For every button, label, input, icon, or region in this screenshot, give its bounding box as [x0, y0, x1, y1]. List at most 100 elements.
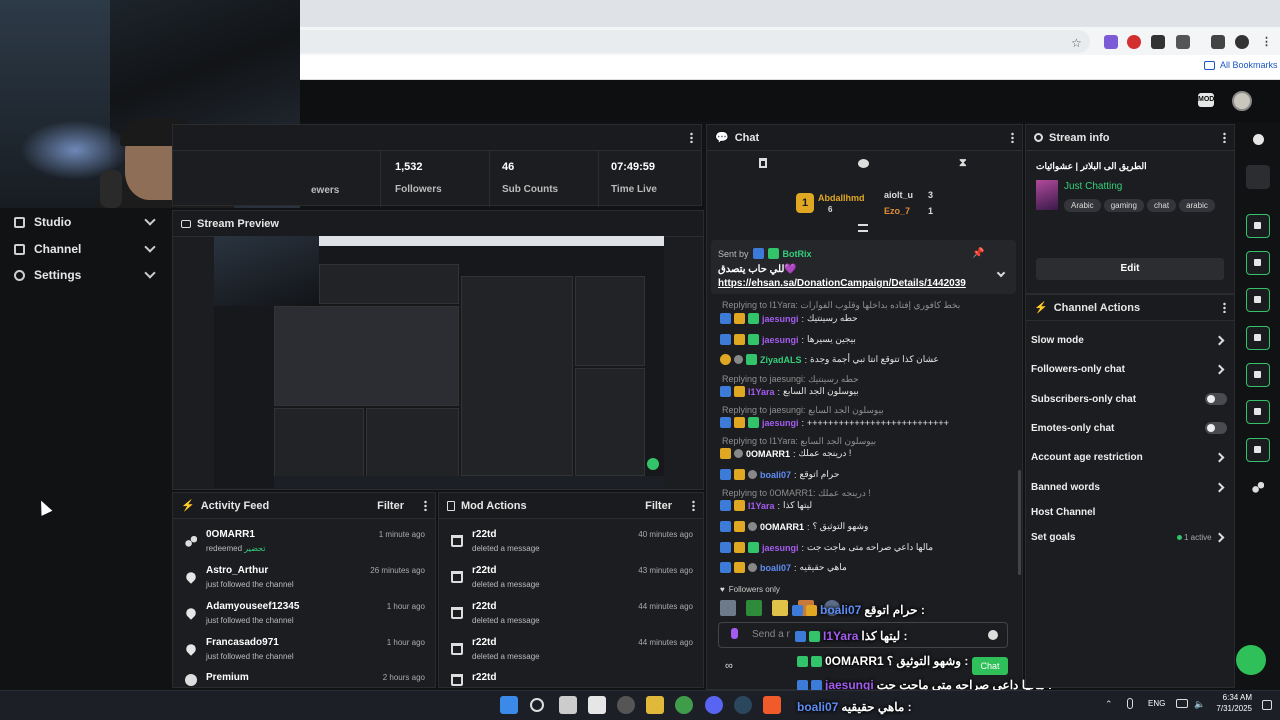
document-icon[interactable] [1246, 288, 1270, 312]
leader-third-name: Ezo_7 [884, 206, 911, 216]
chat-icon[interactable] [1246, 326, 1270, 350]
list-item: r22td deleted a message 44 minutes ago [439, 599, 703, 635]
chat-message: 0OMARR1: وشهو التوثيق ؟ [720, 521, 868, 532]
task-view-icon[interactable] [559, 696, 577, 714]
trash-icon[interactable] [759, 158, 767, 168]
action-slow-mode[interactable]: Slow mode [1031, 335, 1084, 346]
emoji-icon[interactable] [988, 630, 998, 640]
studio-icon [14, 216, 25, 228]
chat-message: jaesungi: +++++++++++++++++++++++++++ [720, 417, 949, 428]
points-icon[interactable]: ∞ [725, 660, 733, 672]
action-emotes-only[interactable]: Emotes-only chat [1031, 423, 1114, 434]
action-host-channel[interactable]: Host Channel [1031, 507, 1095, 518]
hourglass-icon[interactable]: ⧗ [959, 157, 967, 170]
mod-actions-icon[interactable] [1246, 400, 1270, 424]
pinned-link[interactable]: https://ehsan.sa/DonationCampaign/Detail… [718, 278, 966, 289]
filter-button[interactable]: Filter [377, 500, 404, 512]
bolt-icon: ⚡ [181, 500, 195, 512]
notification-icon[interactable] [1262, 700, 1272, 710]
chrome-icon[interactable] [675, 696, 693, 714]
stream-preview-video[interactable] [214, 236, 664, 488]
action-set-goals[interactable]: Set goals [1031, 532, 1075, 543]
kebab-icon[interactable] [692, 500, 695, 511]
support-button[interactable] [1236, 645, 1266, 675]
media-icon[interactable] [1211, 35, 1225, 49]
chat-icon: 💬 [715, 132, 729, 144]
speaker-icon[interactable]: 🔈 [1194, 699, 1205, 710]
extension-icon[interactable] [1104, 35, 1118, 49]
send-chat-button[interactable]: Chat [972, 657, 1008, 675]
tag-list: Arabic gaming chat arabic [1064, 197, 1218, 212]
camera-icon[interactable] [1246, 214, 1270, 238]
puzzle-icon[interactable] [1176, 35, 1190, 49]
wrench-icon[interactable] [1246, 438, 1270, 462]
profile-icon[interactable] [1235, 35, 1249, 49]
action-followers-only[interactable]: Followers-only chat [1031, 364, 1125, 375]
steam-icon[interactable] [734, 696, 752, 714]
info-icon[interactable] [1253, 134, 1264, 145]
action-banned-words[interactable]: Banned words [1031, 482, 1100, 493]
leader-second-name: aiolt_u [884, 190, 914, 200]
chat-message: I1Yara: بيوسلون الجد السابع [720, 386, 859, 397]
category-link[interactable]: Just Chatting [1064, 181, 1122, 192]
mic-icon[interactable] [731, 628, 738, 639]
start-icon[interactable] [500, 696, 518, 714]
chat-message: boali07: ماهي حقيقيه [720, 562, 847, 573]
brave-icon[interactable] [763, 696, 781, 714]
pin-icon[interactable]: 📌 [972, 248, 984, 259]
list-item: Francasado971 just followed the channel 1 … [173, 635, 435, 671]
all-bookmarks-link[interactable]: All Bookmarks [1220, 60, 1278, 70]
edit-icon[interactable] [1246, 165, 1270, 189]
language-indicator[interactable]: ENG [1148, 699, 1165, 708]
chevron-down-icon[interactable] [144, 241, 156, 253]
kebab-icon[interactable] [424, 500, 427, 511]
kebab-icon[interactable] [1223, 132, 1226, 143]
trash-icon [451, 643, 463, 655]
nav-studio[interactable]: Studio [14, 214, 71, 230]
emotes-only-toggle[interactable] [1205, 422, 1227, 434]
action-subscribers-only[interactable]: Subscribers-only chat [1031, 394, 1136, 405]
heart-icon [184, 606, 198, 620]
followers-only-notice: ♥ Followers only [720, 585, 780, 594]
chat-bubble-icon[interactable] [858, 159, 869, 168]
badge-icon [767, 248, 779, 259]
browser-menu-icon[interactable]: ⋮ [1261, 35, 1272, 48]
avatar[interactable] [1232, 91, 1252, 111]
action-account-age[interactable]: Account age restriction [1031, 452, 1143, 463]
points-icon [185, 535, 197, 547]
nav-settings[interactable]: Settings [14, 267, 81, 283]
mod-view-icon[interactable]: MOD [1198, 93, 1214, 107]
folder-icon[interactable] [646, 696, 664, 714]
chevron-up-icon[interactable]: ⌃ [1105, 699, 1113, 710]
collapse-icon[interactable] [858, 224, 868, 232]
points-icon[interactable] [1252, 481, 1264, 493]
category-thumbnail [1036, 180, 1058, 210]
app-icon[interactable] [617, 696, 635, 714]
filter-button[interactable]: Filter [645, 500, 672, 512]
search-icon[interactable] [530, 698, 544, 712]
document-icon [447, 500, 455, 511]
extension-icon[interactable] [1151, 35, 1165, 49]
chevron-down-icon[interactable] [144, 267, 156, 279]
discord-icon[interactable] [705, 696, 723, 714]
taskbar-clock[interactable]: 6:34 AM 7/31/2025 [1212, 692, 1252, 714]
pinned-text: للي حاب يتصدق💜 [718, 264, 797, 275]
bolt-icon[interactable] [1246, 251, 1270, 275]
edit-button[interactable]: Edit [1036, 258, 1224, 280]
subscribers-only-toggle[interactable] [1205, 393, 1227, 405]
kebab-icon[interactable] [1223, 302, 1226, 313]
opera-icon[interactable] [1127, 35, 1141, 49]
time-live-stat: 07:49:59 Time Live [611, 161, 657, 195]
kebab-icon[interactable] [690, 132, 693, 143]
gear-icon [14, 269, 25, 281]
heart-icon [184, 570, 198, 584]
star-icon[interactable]: ☆ [1071, 36, 1082, 50]
nav-channel[interactable]: Channel [14, 241, 81, 257]
app-icon[interactable] [588, 696, 606, 714]
chevron-down-icon[interactable] [144, 214, 156, 226]
kebab-icon[interactable] [1011, 132, 1014, 143]
mic-icon[interactable] [1127, 698, 1133, 709]
broadcast-icon[interactable] [1246, 363, 1270, 387]
monitor-icon[interactable] [1176, 699, 1188, 708]
scrollbar[interactable] [1018, 470, 1021, 575]
